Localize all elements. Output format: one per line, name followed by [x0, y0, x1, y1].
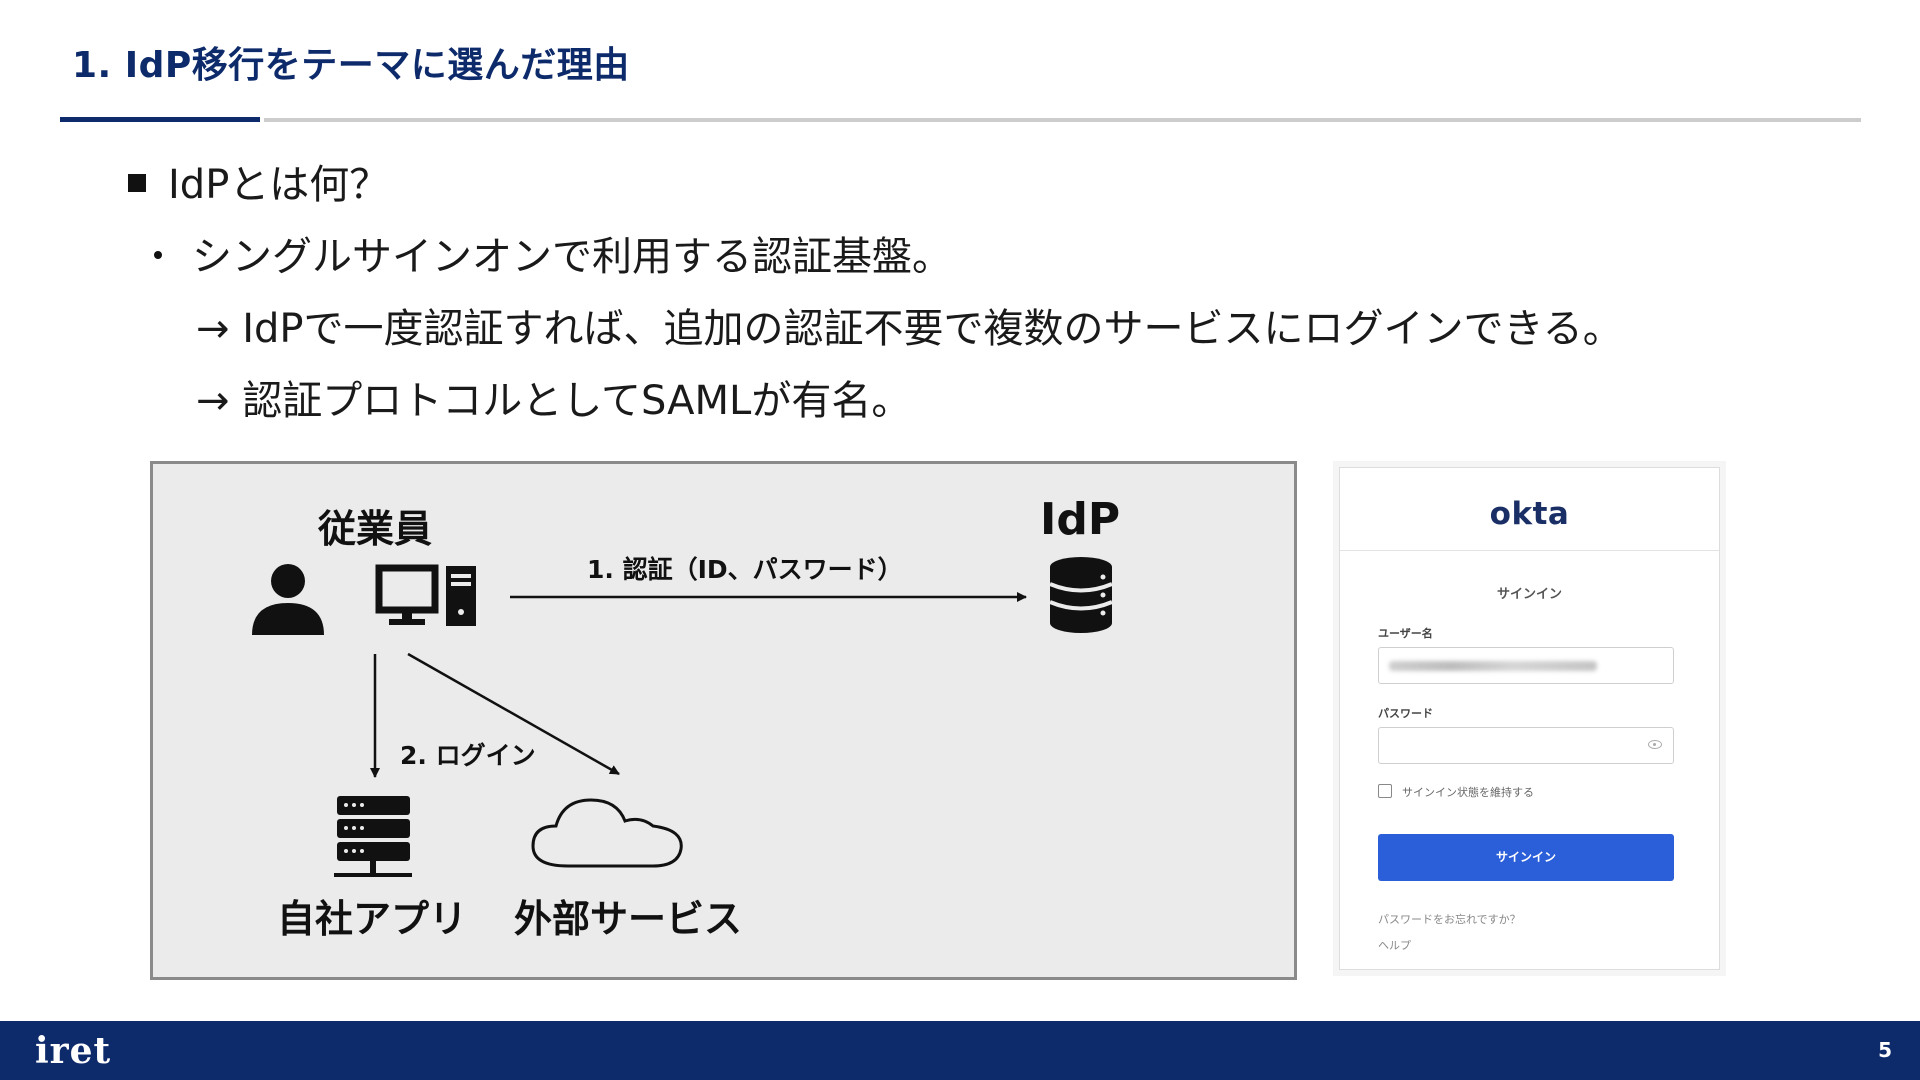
heading-text: IdPとは何？ [168, 162, 390, 208]
remember-checkbox[interactable] [1378, 784, 1392, 798]
okta-login-card: okta サインイン ユーザー名 パスワード サインイン状態を維持する サインイ… [1339, 467, 1720, 970]
help-link[interactable]: ヘルプ [1378, 937, 1411, 953]
title-rule [264, 118, 1861, 122]
sso-diagram: 従業員 IdP 1. 認証（ID、パスワード） 2. ログイン 自社アプリ 外部… [150, 461, 1297, 980]
username-label: ユーザー名 [1378, 627, 1433, 640]
remember-label: サインイン状態を維持する [1402, 786, 1534, 799]
login-arrow-external [407, 652, 620, 776]
page-number: 5 [1878, 1038, 1892, 1062]
iret-logo: iret [35, 1030, 112, 1072]
dot-bullet-icon [154, 251, 162, 259]
database-icon [1049, 557, 1113, 633]
diagram-graphics [252, 557, 1113, 877]
person-icon [252, 564, 324, 635]
okta-divider [1340, 550, 1719, 551]
bullet-text: シングルサインオンで利用する認証基盤。 [192, 234, 952, 280]
okta-signin-title: サインイン [1496, 587, 1562, 602]
username-input[interactable] [1378, 647, 1674, 684]
password-input[interactable] [1378, 727, 1674, 764]
desktop-computer-icon [375, 564, 476, 626]
footer-bar: iret 5 [0, 1021, 1920, 1080]
slide-title: 1. IdP移行をテーマに選んだ理由 [72, 45, 630, 86]
blurred-username-value [1389, 661, 1597, 671]
arrow-line-1: → IdPで一度認証すれば、追加の認証不要で複数のサービスにログインできる。 [196, 306, 1623, 352]
title-rule-accent [60, 117, 260, 122]
okta-login-screenshot: okta サインイン ユーザー名 パスワード サインイン状態を維持する サインイ… [1333, 461, 1726, 976]
password-label: パスワード [1378, 707, 1433, 720]
square-bullet-icon [128, 174, 146, 192]
heading-line: IdPとは何？ [128, 152, 389, 210]
cloud-icon [531, 798, 683, 868]
eye-icon[interactable] [1648, 740, 1662, 749]
okta-logo: okta [1489, 496, 1570, 532]
bullet-line: シングルサインオンで利用する認証基盤。 [154, 224, 952, 282]
arrow-line-2: → 認証プロトコルとしてSAMLが有名。 [196, 378, 912, 424]
server-icon [334, 796, 412, 877]
forgot-password-link[interactable]: パスワードをお忘れですか？ [1378, 911, 1521, 927]
signin-button[interactable]: サインイン [1378, 834, 1674, 881]
